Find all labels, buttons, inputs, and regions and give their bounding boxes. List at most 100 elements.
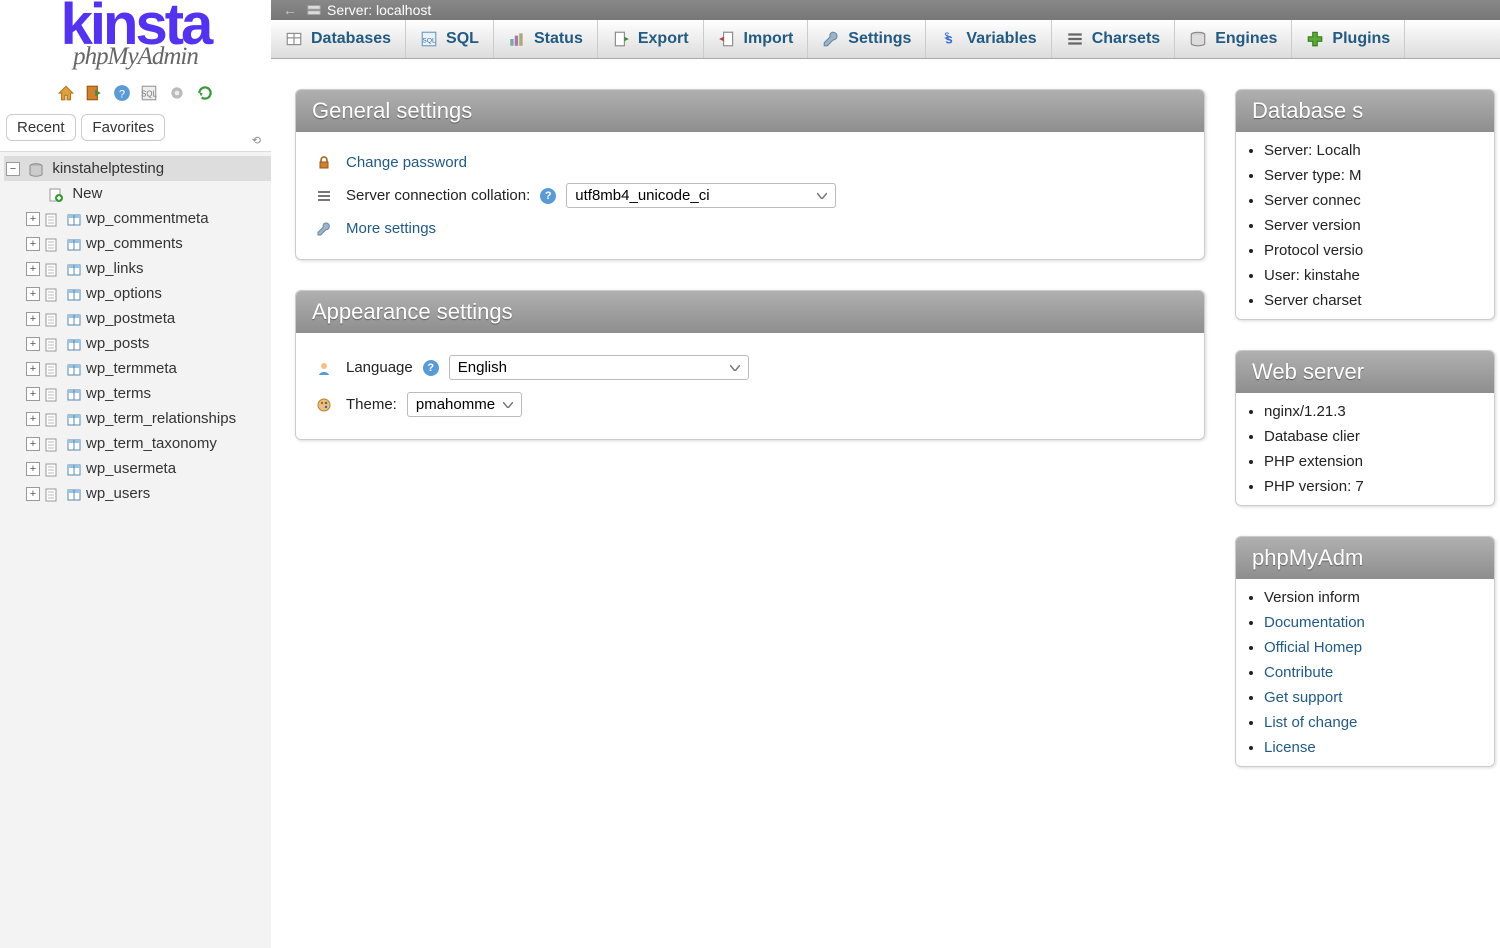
table-link[interactable]: wp_term_relationships bbox=[86, 410, 236, 427]
tab-plugins[interactable]: Plugins bbox=[1292, 20, 1405, 58]
expand-table-icon[interactable]: + bbox=[26, 387, 40, 401]
tab-databases[interactable]: Databases bbox=[271, 20, 406, 58]
logout-icon[interactable] bbox=[85, 84, 103, 102]
browse-icon[interactable] bbox=[44, 336, 60, 352]
table-icon bbox=[66, 211, 82, 227]
back-arrow-icon[interactable]: ← bbox=[279, 2, 301, 18]
appearance-settings-panel: Appearance settings Language ? English T… bbox=[295, 290, 1205, 440]
top-tabs: DatabasesSQLSQLStatusExportImportSetting… bbox=[271, 20, 1500, 59]
help-icon[interactable]: ? bbox=[423, 360, 439, 376]
info-item[interactable]: License bbox=[1264, 735, 1490, 760]
theme-icon bbox=[316, 397, 332, 413]
table-link[interactable]: wp_options bbox=[86, 285, 162, 302]
table-link[interactable]: wp_term_taxonomy bbox=[86, 435, 217, 452]
docs-icon[interactable]: ? bbox=[113, 84, 131, 102]
info-item: Server version bbox=[1264, 213, 1490, 238]
home-icon[interactable] bbox=[57, 84, 75, 102]
collation-select[interactable]: utf8mb4_unicode_ci bbox=[566, 183, 836, 208]
info-item[interactable]: Contribute bbox=[1264, 660, 1490, 685]
info-item: User: kinstahe bbox=[1264, 263, 1490, 288]
table-link[interactable]: wp_users bbox=[86, 485, 150, 502]
sql-icon: SQL bbox=[420, 30, 438, 48]
favorites-tab[interactable]: Favorites bbox=[81, 114, 165, 141]
info-item[interactable]: Get support bbox=[1264, 685, 1490, 710]
tab-settings[interactable]: Settings bbox=[808, 20, 926, 58]
expand-table-icon[interactable]: + bbox=[26, 237, 40, 251]
expand-table-icon[interactable]: + bbox=[26, 462, 40, 476]
tab-export[interactable]: Export bbox=[598, 20, 704, 58]
info-item: Server connec bbox=[1264, 188, 1490, 213]
expand-table-icon[interactable]: + bbox=[26, 312, 40, 326]
info-item[interactable]: List of change bbox=[1264, 710, 1490, 735]
language-label: Language bbox=[346, 359, 413, 376]
database-server-heading: Database s bbox=[1236, 90, 1494, 132]
breadcrumb: ← Server: localhost bbox=[271, 0, 1500, 20]
appearance-settings-heading: Appearance settings bbox=[296, 291, 1204, 333]
browse-icon[interactable] bbox=[44, 286, 60, 302]
expand-table-icon[interactable]: + bbox=[26, 362, 40, 376]
browse-icon[interactable] bbox=[44, 211, 60, 227]
db-name[interactable]: kinstahelptesting bbox=[52, 160, 164, 177]
table-link[interactable]: wp_commentmeta bbox=[86, 210, 209, 227]
web-server-panel: Web server nginx/1.21.3Database clierPHP… bbox=[1235, 350, 1495, 506]
brand-text: kinsta bbox=[10, 0, 261, 49]
recent-tab[interactable]: Recent bbox=[6, 114, 76, 141]
browse-icon[interactable] bbox=[44, 486, 60, 502]
info-item[interactable]: Official Homep bbox=[1264, 635, 1490, 660]
table-link[interactable]: wp_termmeta bbox=[86, 360, 177, 377]
table-link[interactable]: wp_links bbox=[86, 260, 144, 277]
tab-import[interactable]: Import bbox=[704, 20, 809, 58]
phpmyadmin-heading: phpMyAdm bbox=[1236, 537, 1494, 579]
info-item: nginx/1.21.3 bbox=[1264, 399, 1490, 424]
general-settings-panel: General settings Change password Server … bbox=[295, 89, 1205, 260]
nav-quick-icons: ? SQL bbox=[0, 77, 271, 107]
expand-table-icon[interactable]: + bbox=[26, 412, 40, 426]
collapse-db-icon[interactable]: − bbox=[6, 162, 20, 176]
browse-icon[interactable] bbox=[44, 411, 60, 427]
expand-table-icon[interactable]: + bbox=[26, 212, 40, 226]
language-icon bbox=[316, 360, 332, 376]
server-icon bbox=[307, 3, 321, 17]
table-icon bbox=[66, 361, 82, 377]
database-server-panel: Database s Server: LocalhServer type: MS… bbox=[1235, 89, 1495, 320]
browse-icon[interactable] bbox=[44, 461, 60, 477]
help-icon[interactable]: ? bbox=[540, 188, 556, 204]
sql-icon[interactable]: SQL bbox=[140, 84, 158, 102]
browse-icon[interactable] bbox=[44, 311, 60, 327]
table-link[interactable]: wp_usermeta bbox=[86, 460, 176, 477]
tab-engines[interactable]: Engines bbox=[1175, 20, 1292, 58]
table-link[interactable]: wp_terms bbox=[86, 385, 151, 402]
expand-table-icon[interactable]: + bbox=[26, 287, 40, 301]
browse-icon[interactable] bbox=[44, 386, 60, 402]
tab-status[interactable]: Status bbox=[494, 20, 598, 58]
breadcrumb-server[interactable]: Server: localhost bbox=[327, 2, 431, 18]
expand-table-icon[interactable]: + bbox=[26, 262, 40, 276]
change-password-link[interactable]: Change password bbox=[346, 154, 467, 171]
table-link[interactable]: wp_postmeta bbox=[86, 310, 175, 327]
info-item: PHP version: 7 bbox=[1264, 474, 1490, 499]
collapse-icon[interactable]: ⟲ bbox=[252, 134, 261, 147]
tab-charsets[interactable]: Charsets bbox=[1052, 20, 1175, 58]
language-select[interactable]: English bbox=[449, 355, 749, 380]
tab-variables[interactable]: s$Variables bbox=[926, 20, 1051, 58]
table-link[interactable]: wp_posts bbox=[86, 335, 149, 352]
table-icon bbox=[66, 386, 82, 402]
new-table-link[interactable]: New bbox=[72, 185, 102, 202]
reload-icon[interactable] bbox=[196, 84, 214, 102]
expand-table-icon[interactable]: + bbox=[26, 437, 40, 451]
browse-icon[interactable] bbox=[44, 361, 60, 377]
expand-table-icon[interactable]: + bbox=[26, 487, 40, 501]
browse-icon[interactable] bbox=[44, 436, 60, 452]
more-settings-link[interactable]: More settings bbox=[346, 220, 436, 237]
browse-icon[interactable] bbox=[44, 261, 60, 277]
table-icon bbox=[66, 261, 82, 277]
expand-table-icon[interactable]: + bbox=[26, 337, 40, 351]
tab-sql[interactable]: SQLSQL bbox=[406, 20, 494, 58]
info-item[interactable]: Documentation bbox=[1264, 610, 1490, 635]
settings-gear-icon[interactable] bbox=[168, 84, 186, 102]
table-link[interactable]: wp_comments bbox=[86, 235, 183, 252]
browse-icon[interactable] bbox=[44, 236, 60, 252]
logo[interactable]: kinsta phpMyAdmin bbox=[0, 0, 271, 77]
theme-select[interactable]: pmahomme bbox=[407, 392, 522, 417]
databases-icon bbox=[285, 30, 303, 48]
